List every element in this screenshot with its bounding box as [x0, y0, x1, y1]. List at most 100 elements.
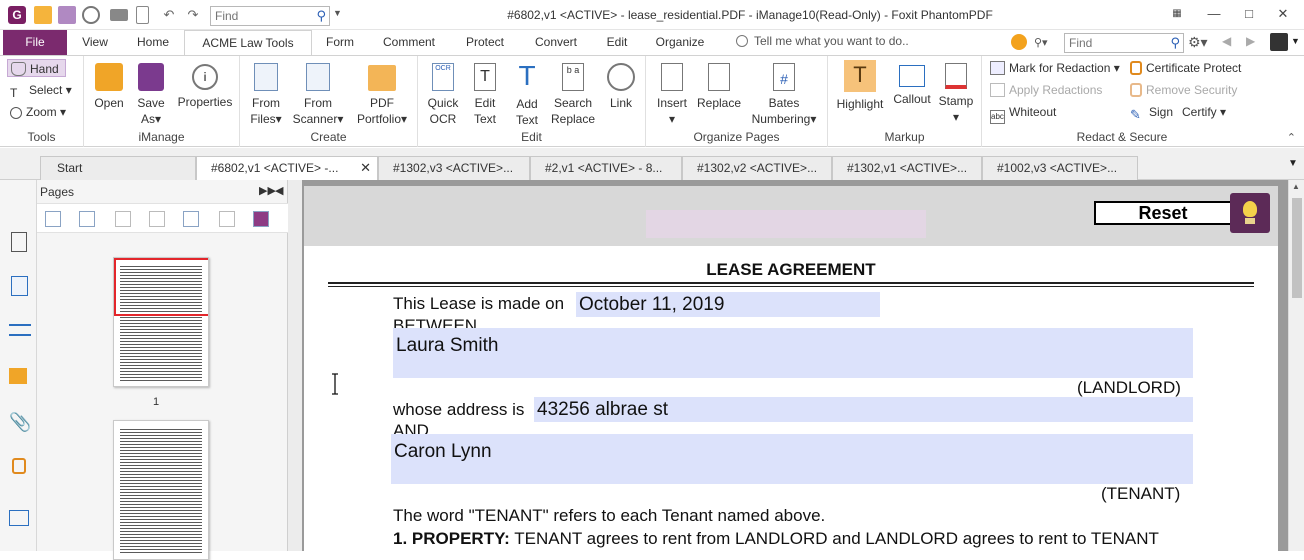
doc-tab[interactable]: #2,v1 <ACTIVE> - 8...	[530, 156, 682, 180]
doc-tab[interactable]: #1302,v3 <ACTIVE>...	[378, 156, 530, 180]
redo-icon[interactable]: ↷	[184, 6, 202, 24]
layers-icon[interactable]	[9, 324, 31, 336]
page-properties-icon[interactable]	[253, 211, 269, 227]
close-tab-icon[interactable]: ✕	[360, 157, 371, 179]
undo-icon[interactable]: ↶	[160, 6, 178, 24]
delete-page-icon[interactable]	[219, 211, 235, 227]
stamp-button[interactable]: Stamp ▾	[934, 60, 978, 125]
comments-icon[interactable]	[9, 368, 27, 384]
tab-convert[interactable]: Convert	[525, 30, 587, 55]
ribbon-display-icon[interactable]: ▦	[1166, 5, 1188, 23]
tab-home[interactable]: Home	[127, 30, 179, 55]
visible-area-indicator[interactable]	[114, 258, 208, 316]
doc-tab-active[interactable]: #6802,v1 <ACTIVE> -... ✕	[196, 156, 378, 181]
address-field[interactable]: 43256 albrae st	[534, 397, 1193, 422]
collapse-ribbon-icon[interactable]: ⌃	[1287, 131, 1296, 144]
quick-find-box[interactable]: ⚲	[210, 6, 330, 26]
doc-tab[interactable]: #1302,v2 <ACTIVE>...	[682, 156, 832, 180]
vertical-scrollbar[interactable]: ▲	[1288, 180, 1304, 551]
expand-panel-icon[interactable]: ▶▶	[259, 184, 276, 197]
print-icon[interactable]	[110, 9, 128, 21]
doc-tab-start[interactable]: Start	[40, 156, 196, 180]
user-account-icon[interactable]	[1270, 33, 1288, 51]
from-scanner-button[interactable]: From Scanner▾	[290, 60, 346, 127]
edit-text-button[interactable]: T Edit Text	[466, 60, 504, 127]
tab-form[interactable]: Form	[316, 30, 364, 55]
remove-security-button[interactable]: Remove Security	[1130, 81, 1237, 99]
whiteout-button[interactable]: abc Whiteout	[990, 103, 1056, 124]
zoom-tool-button[interactable]: Zoom ▾	[10, 103, 66, 121]
form-fields-icon[interactable]	[9, 510, 29, 526]
save-icon[interactable]	[58, 6, 76, 24]
imanage-open-button[interactable]: Open	[90, 60, 128, 111]
scrollbar-thumb[interactable]	[1292, 198, 1302, 298]
page-thumbnail-1[interactable]	[113, 257, 209, 387]
doc-tab[interactable]: #1302,v1 <ACTIVE>...	[832, 156, 982, 180]
landlord-name-field[interactable]: Laura Smith	[393, 328, 1193, 378]
highlight-button[interactable]: T Highlight	[830, 60, 890, 112]
app-logo-icon[interactable]: G	[8, 6, 26, 24]
tab-list-chevron-icon[interactable]: ▼	[1288, 158, 1298, 169]
page-thumbnail-2[interactable]	[113, 420, 209, 560]
lease-date-field[interactable]: October 11, 2019	[576, 292, 880, 317]
search-icon[interactable]: ⚲	[1170, 35, 1180, 51]
search-options-icon[interactable]: ⚲▾	[1034, 36, 1058, 56]
mark-for-redaction-button[interactable]: Mark for Redaction ▾	[990, 59, 1120, 77]
collapse-panel-icon[interactable]: ◀	[275, 184, 283, 197]
maximize-button[interactable]: □	[1238, 5, 1260, 23]
print-preview-icon[interactable]	[82, 6, 100, 24]
search-replace-button[interactable]: b a Search Replace	[548, 60, 598, 127]
apply-redactions-button[interactable]: Apply Redactions	[990, 81, 1102, 99]
user-menu-chevron-icon[interactable]: ▼	[1291, 36, 1300, 56]
add-text-button[interactable]: T Add Text	[508, 60, 546, 128]
certificate-protect-button[interactable]: Certificate Protect	[1130, 59, 1241, 77]
minimize-button[interactable]: —	[1203, 5, 1225, 23]
certify-button[interactable]: Certify ▾	[1182, 103, 1226, 121]
lightbulb-button[interactable]	[1230, 193, 1270, 233]
new-doc-icon[interactable]	[136, 6, 149, 24]
security-lock-icon[interactable]	[12, 458, 26, 474]
search-icon[interactable]: ⚲	[316, 8, 326, 24]
pages-panel-icon[interactable]	[11, 276, 28, 296]
quick-ocr-button[interactable]: OCR Quick OCR	[424, 60, 462, 127]
close-button[interactable]: ✕	[1272, 5, 1294, 23]
from-files-button[interactable]: From Files▾	[244, 60, 288, 127]
scroll-up-icon[interactable]: ▲	[1292, 182, 1300, 191]
pdf-portfolio-button[interactable]: PDF Portfolio▾	[350, 60, 414, 127]
ribbon-find-input[interactable]	[1065, 34, 1161, 52]
tenant-name-field[interactable]: Caron Lynn	[391, 434, 1193, 484]
zoom-in-page-icon[interactable]	[45, 211, 61, 227]
ribbon-find-box[interactable]: ⚲	[1064, 33, 1184, 53]
tab-file[interactable]: File	[3, 30, 67, 55]
tab-comment[interactable]: Comment	[372, 30, 446, 55]
quick-find-input[interactable]	[211, 7, 309, 25]
customize-quick-access-icon[interactable]: ▼	[333, 8, 342, 18]
next-view-icon[interactable]: ▶	[1246, 34, 1255, 54]
previous-view-icon[interactable]: ◀	[1222, 34, 1231, 54]
tab-edit[interactable]: Edit	[597, 30, 637, 55]
reset-button[interactable]: Reset	[1094, 201, 1232, 225]
bookmark-icon[interactable]	[11, 232, 27, 252]
callout-button[interactable]: Callout	[890, 60, 934, 107]
tell-me-search[interactable]: Tell me what you want to do..	[736, 34, 909, 48]
tab-view[interactable]: View	[72, 30, 118, 55]
replace-page-button[interactable]: Replace	[696, 60, 742, 111]
tab-acme-law-tools[interactable]: ACME Law Tools	[184, 30, 312, 56]
header-form-field[interactable]	[646, 210, 926, 238]
hand-tool-button[interactable]: Hand	[7, 59, 66, 77]
sign-button[interactable]: ✎ Sign	[1130, 103, 1173, 122]
imanage-save-as-button[interactable]: Save As▾	[132, 60, 170, 127]
doc-tab[interactable]: #1002,v3 <ACTIVE>...	[982, 156, 1138, 180]
insert-page-icon[interactable]	[183, 211, 199, 227]
link-button[interactable]: Link	[602, 60, 640, 111]
attachment-icon[interactable]: 📎	[9, 412, 31, 434]
open-folder-icon[interactable]	[34, 6, 52, 24]
extract-page-icon[interactable]	[115, 211, 131, 227]
insert-page-button[interactable]: Insert ▾	[652, 60, 692, 127]
bates-numbering-button[interactable]: # Bates Numbering▾	[748, 60, 820, 127]
replace-page-icon[interactable]	[149, 211, 165, 227]
settings-gear-icon[interactable]: ⚙▾	[1188, 34, 1208, 54]
select-tool-button[interactable]: T Select ▾	[10, 81, 72, 100]
tab-protect[interactable]: Protect	[455, 30, 515, 55]
imanage-properties-button[interactable]: i Properties	[174, 60, 236, 110]
